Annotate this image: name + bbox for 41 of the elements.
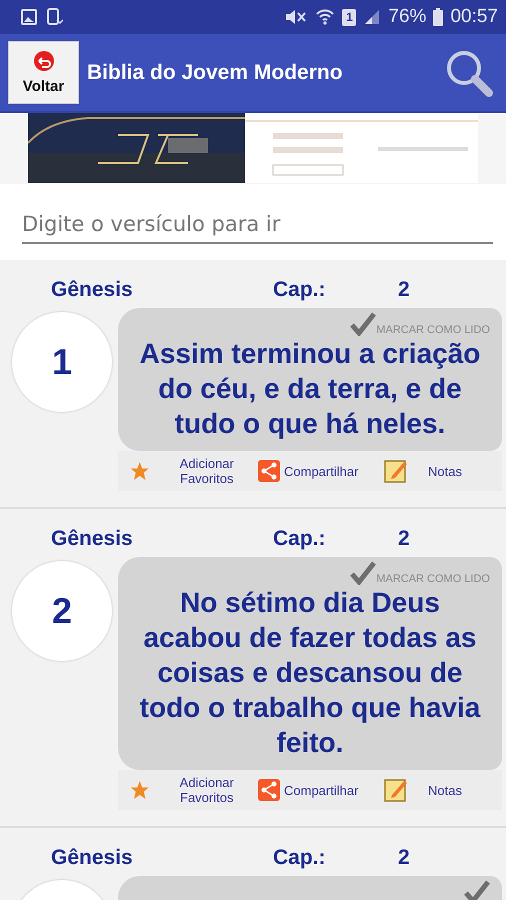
battery-percent: 76% [388, 6, 426, 28]
verse-search-field[interactable]: Digite o versículo para ir [0, 184, 506, 260]
notes-button[interactable]: Notas [384, 778, 462, 802]
wifi-icon [315, 7, 336, 27]
share-button[interactable]: Compartilhar [258, 460, 378, 482]
check-icon [350, 561, 376, 585]
verse-text: Assim terminou a criação do céu, e da terra, e de tudo o que há neles. [138, 337, 482, 441]
book-name: Gênesis [51, 527, 134, 551]
check-icon [464, 880, 490, 900]
share-button[interactable]: Compartilhar [258, 779, 378, 801]
app-title: Biblia do Jovem Moderno [87, 60, 343, 84]
chapter-number: 2 [398, 527, 410, 551]
notes-button[interactable]: Notas [384, 459, 462, 483]
favorite-button[interactable]: Adicionar Favoritos [130, 775, 252, 805]
chapter-label: Cap.: [273, 846, 326, 870]
back-button[interactable]: Voltar [8, 41, 79, 104]
battery-icon [433, 8, 444, 26]
notepad-icon [384, 459, 408, 483]
clock-time: 00:57 [450, 6, 498, 28]
phone-icon [45, 8, 63, 26]
chapter-number: 2 [398, 846, 410, 870]
chapter-number: 2 [398, 278, 410, 302]
notepad-icon [384, 778, 408, 802]
share-icon [258, 779, 280, 801]
share-icon [258, 460, 280, 482]
verse-text: No sétimo dia Deus acabou de fazer todas as coisas e descansou de todo o trabalho que havia feito. [138, 586, 482, 760]
chapter-label: Cap.: [273, 527, 326, 551]
star-icon [130, 459, 150, 483]
signal-icon [363, 8, 382, 26]
mute-icon [284, 8, 308, 26]
favorite-button[interactable]: Adicionar Favoritos [130, 456, 252, 486]
verse-number: 1 [52, 341, 72, 383]
book-name: Gênesis [51, 846, 134, 870]
sim-badge: 1 [342, 8, 356, 26]
chapter-label: Cap.: [273, 278, 326, 302]
back-icon [32, 50, 54, 72]
star-icon [130, 778, 150, 802]
verse-number: 2 [52, 590, 72, 632]
check-icon [350, 312, 376, 336]
image-icon [20, 8, 38, 26]
book-name: Gênesis [51, 278, 134, 302]
